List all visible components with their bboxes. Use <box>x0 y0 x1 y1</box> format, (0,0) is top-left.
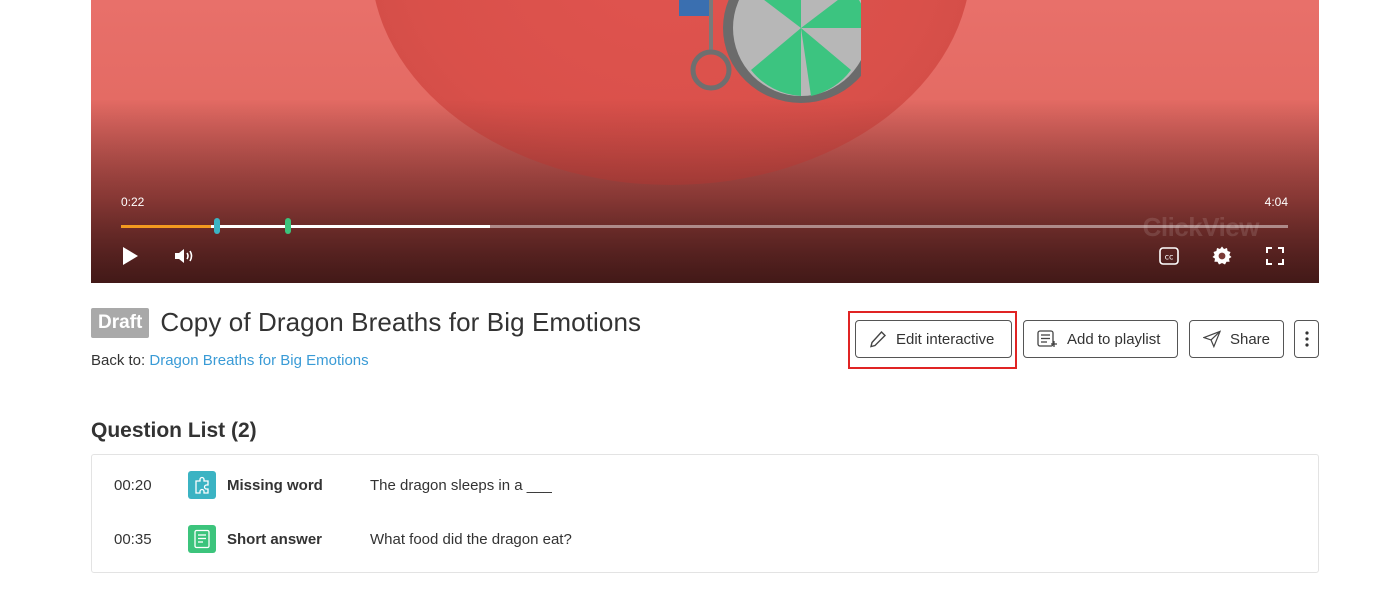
question-list: 00:20 Missing word The dragon sleeps in … <box>91 454 1319 573</box>
playlist-add-icon <box>1037 330 1057 347</box>
video-gradient-overlay <box>91 0 1319 283</box>
question-row[interactable]: 00:20 Missing word The dragon sleeps in … <box>92 470 1318 500</box>
play-button[interactable] <box>118 244 142 268</box>
document-icon <box>188 525 216 553</box>
total-time: 4:04 <box>1264 195 1288 209</box>
edit-interactive-button[interactable]: Edit interactive <box>855 320 1012 358</box>
question-type: Missing word <box>227 476 323 494</box>
puzzle-icon <box>188 471 216 499</box>
play-icon <box>123 247 138 265</box>
more-options-button[interactable] <box>1294 320 1319 358</box>
question-time: 00:35 <box>114 530 152 548</box>
question-text: What food did the dragon eat? <box>370 530 572 548</box>
settings-button[interactable] <box>1210 244 1234 268</box>
share-label: Share <box>1229 330 1270 348</box>
volume-button[interactable] <box>173 244 197 268</box>
captions-button[interactable]: cc <box>1157 244 1181 268</box>
send-icon <box>1203 330 1221 348</box>
status-badge: Draft <box>91 307 150 338</box>
video-player[interactable]: ClickView 0:22 4:04 cc <box>91 0 1319 283</box>
gear-icon <box>1212 246 1232 265</box>
add-to-playlist-button[interactable]: Add to playlist <box>1023 320 1178 358</box>
edit-interactive-label: Edit interactive <box>896 330 995 348</box>
seek-bar[interactable] <box>121 218 1288 234</box>
add-to-playlist-label: Add to playlist <box>1067 330 1161 348</box>
played-bar <box>121 225 211 228</box>
question-text: The dragon sleeps in a ___ <box>370 476 552 494</box>
current-time: 0:22 <box>121 195 145 209</box>
question-list-heading: Question List (2) <box>91 419 257 442</box>
closed-captions-icon: cc <box>1159 247 1179 265</box>
question-time: 00:20 <box>114 476 152 494</box>
more-vertical-icon <box>1304 331 1309 347</box>
fullscreen-icon <box>1266 247 1284 265</box>
back-link[interactable]: Dragon Breaths for Big Emotions <box>149 352 368 369</box>
pencil-icon <box>870 330 886 348</box>
breadcrumb: Back to: Dragon Breaths for Big Emotions <box>91 352 369 369</box>
fullscreen-button[interactable] <box>1263 244 1287 268</box>
title-row: Draft Copy of Dragon Breaths for Big Emo… <box>91 307 641 338</box>
svg-text:cc: cc <box>1165 253 1174 262</box>
back-label: Back to: <box>91 352 146 369</box>
question-marker[interactable] <box>285 218 292 234</box>
page-title: Copy of Dragon Breaths for Big Emotions <box>160 307 642 337</box>
question-row[interactable]: 00:35 Short answer What food did the dra… <box>92 524 1318 554</box>
share-button[interactable]: Share <box>1189 320 1284 358</box>
question-marker[interactable] <box>213 218 220 234</box>
question-type: Short answer <box>227 530 323 548</box>
volume-icon <box>175 249 193 263</box>
